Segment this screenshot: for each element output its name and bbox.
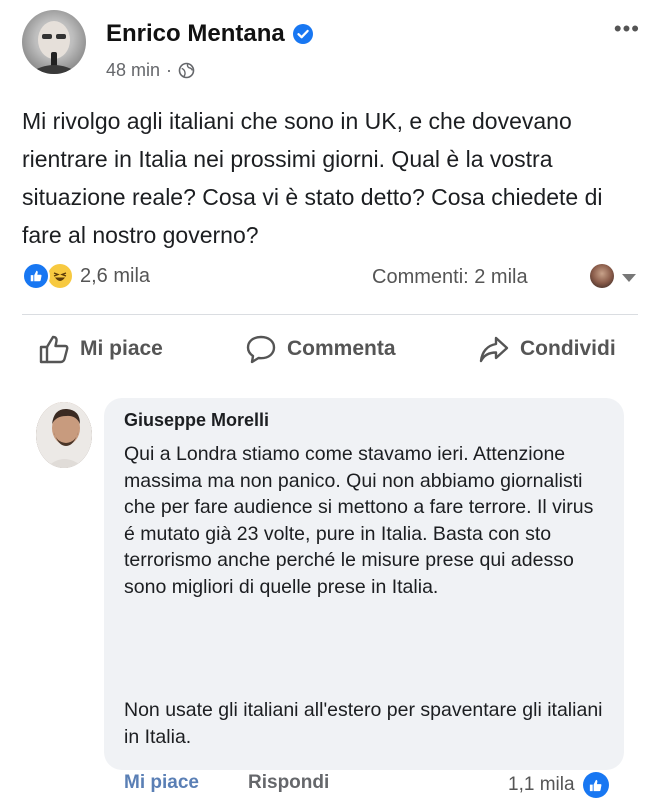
author-avatar-image: [28, 21, 80, 74]
comment-icon: [246, 335, 276, 364]
post-time[interactable]: 48 min: [106, 60, 160, 81]
haha-reaction-icon: [46, 262, 74, 290]
author-name-text[interactable]: Enrico Mentana: [106, 20, 285, 48]
viewer-avatar[interactable]: [590, 264, 614, 288]
post-meta: 48 min ·: [106, 60, 195, 81]
chevron-down-icon[interactable]: [622, 274, 636, 282]
post-text: Mi rivolgo agli italiani che sono in UK,…: [22, 108, 603, 248]
more-options-button[interactable]: •••: [614, 16, 640, 42]
author-avatar[interactable]: [22, 10, 86, 74]
more-icon: •••: [613, 16, 640, 41]
reactions-summary[interactable]: 2,6 mila: [22, 262, 150, 290]
reactions-count[interactable]: 2,6 mila: [80, 265, 150, 288]
commenter-avatar-image: [36, 402, 92, 468]
comment-reply-button[interactable]: Rispondi: [248, 772, 329, 794]
author-name[interactable]: Enrico Mentana: [106, 20, 313, 48]
commenter-avatar[interactable]: [36, 402, 92, 468]
comment-button-label: Commenta: [287, 337, 396, 360]
globe-icon: [178, 62, 195, 79]
comment-likes-count: 1,1 mila: [508, 774, 575, 795]
comment-like-button[interactable]: Mi piace: [124, 772, 199, 794]
thumbs-up-icon: [39, 335, 69, 364]
comment-likes[interactable]: 1,1 mila: [508, 772, 609, 798]
verified-badge-icon: [292, 24, 313, 44]
like-reaction-icon: [22, 262, 50, 290]
like-reaction-icon: [582, 772, 609, 798]
like-button-label: Mi piace: [80, 337, 163, 360]
meta-dot: ·: [166, 60, 173, 80]
share-icon: [479, 336, 509, 363]
comment-text-paragraph-1: Qui a Londra stiamo come stavamo ieri. A…: [124, 443, 594, 598]
comment-text-paragraph-2: Non usate gli italiani all'estero per sp…: [124, 699, 603, 748]
divider: [22, 314, 638, 315]
comments-count[interactable]: Commenti: 2 mila: [372, 266, 528, 289]
commenter-name[interactable]: Giuseppe Morelli: [124, 410, 269, 431]
comment-button[interactable]: Commenta: [245, 334, 396, 364]
share-button[interactable]: Condividi: [478, 334, 616, 364]
like-button[interactable]: Mi piace: [38, 334, 163, 364]
share-button-label: Condividi: [520, 337, 616, 360]
